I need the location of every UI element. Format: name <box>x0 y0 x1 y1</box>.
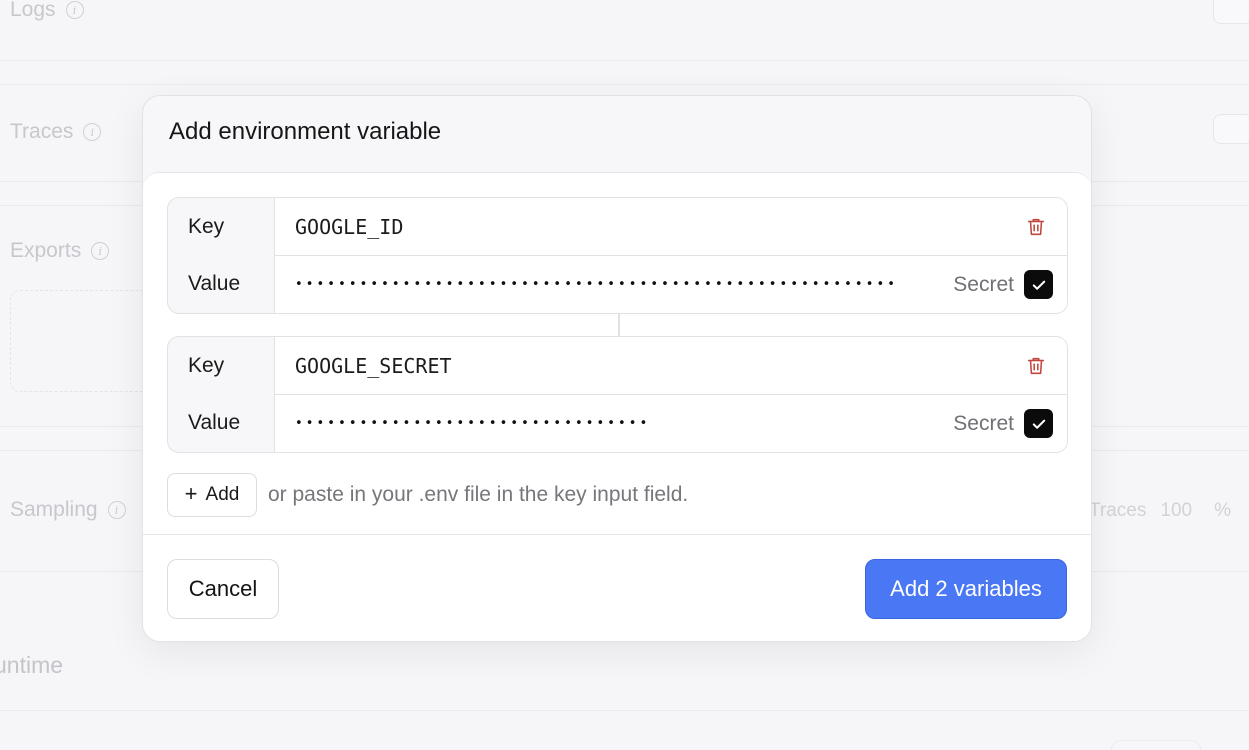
value-row: Value ••••••••••••••••••••••••••••••••• … <box>168 394 1067 452</box>
value-input[interactable]: ••••••••••••••••••••••••••••••••• Secret <box>274 394 1067 452</box>
key-value: GOOGLE_ID <box>295 215 404 239</box>
trash-icon[interactable] <box>1025 355 1047 377</box>
exports-section-label: Exports i <box>10 239 110 263</box>
info-icon: i <box>65 1 84 19</box>
traces-section-label: Traces i <box>10 120 102 144</box>
logs-toggle[interactable] <box>1213 0 1249 24</box>
variable-group-2: Key GOOGLE_SECRET Value ••••••••••••••••… <box>167 336 1068 453</box>
divider <box>0 84 1249 85</box>
secret-label: Secret <box>953 272 1014 296</box>
secret-checkbox[interactable] <box>1024 409 1053 438</box>
cancel-button[interactable]: Cancel <box>167 559 279 619</box>
key-row: Key GOOGLE_ID <box>168 198 1067 256</box>
plus-icon: + <box>184 481 198 506</box>
key-input[interactable]: GOOGLE_SECRET <box>274 337 1067 395</box>
info-icon: i <box>107 501 126 519</box>
bottom-card <box>1111 740 1201 750</box>
key-value: GOOGLE_SECRET <box>295 354 452 378</box>
variable-group-1: Key GOOGLE_ID Value ••••••••••••••••••••… <box>167 197 1068 314</box>
info-icon: i <box>83 123 102 141</box>
info-icon: i <box>91 242 110 260</box>
key-label: Key <box>188 354 225 377</box>
sampling-traces-field[interactable]: Traces 100 % <box>1089 500 1231 522</box>
add-button-label: Add <box>205 484 240 505</box>
trash-icon[interactable] <box>1025 216 1047 238</box>
check-icon <box>1032 280 1045 290</box>
sampling-section-label: Sampling i <box>10 498 126 522</box>
secret-checkbox[interactable] <box>1024 270 1053 299</box>
divider <box>0 60 1249 61</box>
key-row: Key GOOGLE_SECRET <box>168 337 1067 395</box>
masked-value: ••••••••••••••••••••••••••••••••• <box>295 416 651 431</box>
traces-toggle[interactable] <box>1213 114 1249 144</box>
dialog-footer: Cancel Add 2 variables <box>143 534 1091 641</box>
value-row: Value ••••••••••••••••••••••••••••••••••… <box>168 255 1067 313</box>
logs-section-label: Logs i <box>10 0 84 22</box>
dialog-title: Add environment variable <box>169 118 442 145</box>
value-label: Value <box>188 272 241 295</box>
divider <box>0 710 1249 711</box>
exports-dropzone[interactable] <box>10 290 160 392</box>
key-label: Key <box>188 215 225 238</box>
masked-value: ••••••••••••••••••••••••••••••••••••••••… <box>295 277 899 292</box>
value-label: Value <box>188 411 241 434</box>
check-icon <box>1032 419 1045 429</box>
paste-env-hint: or paste in your .env file in the key in… <box>268 483 689 506</box>
group-connector <box>618 314 620 336</box>
add-variables-button[interactable]: Add 2 variables <box>865 559 1067 619</box>
add-variable-button[interactable]: + Add <box>167 473 257 517</box>
key-input[interactable]: GOOGLE_ID <box>274 198 1067 256</box>
value-input[interactable]: ••••••••••••••••••••••••••••••••••••••••… <box>274 255 1067 313</box>
dialog-body: Key GOOGLE_ID Value ••••••••••••••••••••… <box>143 172 1091 534</box>
add-env-variable-dialog: Add environment variable Key GOOGLE_ID V… <box>142 95 1092 642</box>
secret-label: Secret <box>953 411 1014 435</box>
runtime-section-title: untime <box>0 652 64 678</box>
